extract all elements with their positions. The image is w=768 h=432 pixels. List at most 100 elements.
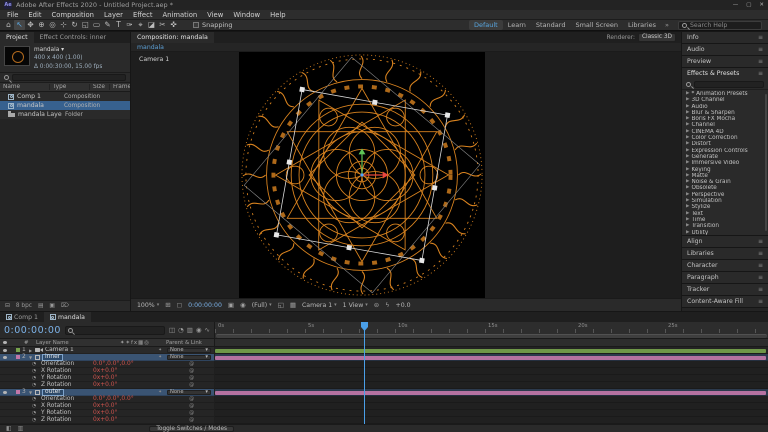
interpret-footage-icon[interactable]: ⊟ [5, 303, 10, 309]
workspace-tab[interactable]: Standard [531, 20, 571, 30]
help-search[interactable]: Search Help [678, 20, 762, 30]
shape-tool[interactable]: ▭ [91, 20, 102, 30]
layer-switches[interactable]: ✦ [158, 355, 163, 360]
label-color-chip[interactable] [16, 348, 20, 352]
pick-whip-icon[interactable]: @ [189, 376, 194, 381]
composition-tab[interactable]: Composition: mandala [131, 32, 214, 43]
parent-link-dropdown[interactable]: None ▾ [167, 389, 211, 395]
transparency-grid-icon[interactable]: ▦ [290, 301, 296, 309]
property-row[interactable]: ◔ Z Rotation 0x+0.0° @ [0, 382, 768, 389]
panel-menu-icon[interactable]: ≡ [758, 70, 763, 77]
menu-item[interactable]: Composition [47, 11, 99, 19]
pen-tool[interactable]: ✎ [102, 20, 113, 30]
timeline-layer-row[interactable]: 2 ▼ inner ✦ None ▾ [0, 353, 768, 361]
help-search-input[interactable]: Search Help [690, 22, 727, 29]
property-value[interactable]: 0.0°,0.0°,0.0° [93, 361, 134, 367]
property-row[interactable]: ◔ Orientation 0.0°,0.0°,0.0° @ [0, 396, 768, 403]
time-ruler[interactable]: 0s 5s 10s 15s 20s 25s [215, 322, 768, 338]
layer-duration-bar[interactable] [215, 348, 766, 353]
selection-tool[interactable]: ↖ [14, 20, 25, 30]
stopwatch-icon[interactable]: ◔ [32, 411, 41, 416]
project-search[interactable] [0, 73, 130, 83]
video-switch-icon[interactable] [3, 390, 7, 394]
layer-duration-bar[interactable] [215, 390, 766, 395]
video-switch-icon[interactable] [3, 348, 7, 352]
layer-name[interactable]: inner [42, 353, 64, 361]
workspace-overflow-button[interactable]: » [661, 21, 673, 29]
pick-whip-icon[interactable]: @ [189, 383, 194, 388]
property-row[interactable]: ◔ Z Rotation 0x+0.0° @ [0, 417, 768, 424]
collapsed-panel-header[interactable]: Paragraph ≡ [682, 272, 768, 283]
label-color-chip[interactable] [16, 355, 20, 359]
layer-duration-bar[interactable] [215, 355, 766, 360]
menu-item[interactable]: Edit [23, 11, 46, 19]
effects-presets-header[interactable]: Effects & Presets ≡ [682, 68, 768, 79]
delete-item-icon[interactable]: ⌦ [61, 303, 69, 309]
motion-blur-icon[interactable]: ◉ [196, 326, 202, 334]
workspace-tab[interactable]: Default [468, 20, 503, 30]
menu-item[interactable]: Animation [158, 11, 203, 19]
resolution-dropdown[interactable]: (Full) ▾ [252, 302, 272, 309]
property-row[interactable]: ◔ Y Rotation 0x+0.0° @ [0, 375, 768, 382]
property-row[interactable]: ◔ Y Rotation 0x+0.0° @ [0, 410, 768, 417]
timeline-tab[interactable]: mandala [43, 312, 91, 322]
twirl-icon[interactable]: ▶ [686, 230, 689, 235]
roto-brush-tool[interactable]: ✂ [157, 20, 168, 30]
panel-menu-icon[interactable]: ≡ [758, 46, 763, 53]
timeline-search[interactable] [64, 325, 165, 335]
panel-tab[interactable]: Effect Controls: inner [34, 32, 112, 43]
layer-track-lane[interactable] [215, 389, 768, 396]
hide-shy-layers-icon[interactable]: ◔ [178, 326, 184, 334]
project-item-row[interactable]: Comp 1 Composition [0, 92, 130, 101]
brush-tool[interactable]: ✑ [124, 20, 135, 30]
timeline-current-time[interactable]: 0:00:00:00 [4, 325, 61, 336]
expand-layer-pane-icon[interactable]: ◧ [6, 425, 12, 432]
pick-whip-icon[interactable]: @ [189, 369, 194, 374]
pick-whip-icon[interactable]: @ [189, 411, 194, 416]
property-value[interactable]: 0x+0.0° [93, 417, 117, 423]
panel-tab[interactable]: Project [0, 32, 34, 43]
property-row[interactable]: ◔ Orientation 0.0°,0.0°,0.0° @ [0, 361, 768, 368]
3d-axis-gizmo[interactable] [358, 148, 389, 179]
new-folder-icon[interactable]: ▤ [38, 303, 43, 309]
panel-menu-icon[interactable]: ≡ [758, 286, 763, 293]
property-value[interactable]: 0x+0.0° [93, 382, 117, 388]
layer-switches[interactable]: ✦ [158, 348, 163, 353]
video-switch-icon[interactable] [3, 355, 7, 359]
layer-switches[interactable]: ✦ [158, 390, 163, 395]
stopwatch-icon[interactable]: ◔ [32, 362, 41, 367]
collapsed-panel-header[interactable]: Content-Aware Fill ≡ [682, 296, 768, 307]
stopwatch-icon[interactable]: ◔ [32, 397, 41, 402]
layer-name[interactable]: outer [42, 388, 64, 396]
parent-link-dropdown[interactable]: None ▾ [167, 347, 211, 353]
grid-guides-icon[interactable]: ⊞ [165, 301, 170, 309]
hand-tool[interactable]: ✥ [25, 20, 36, 30]
collapsed-panel-header[interactable]: Preview ≡ [682, 56, 768, 67]
property-row[interactable]: ◔ X Rotation 0x+0.0° @ [0, 403, 768, 410]
project-search-input[interactable] [12, 74, 126, 81]
puppet-pin-tool[interactable]: ✜ [168, 20, 179, 30]
effects-search[interactable] [682, 79, 768, 90]
property-value[interactable]: 0x+0.0° [93, 410, 117, 416]
stopwatch-icon[interactable]: ◔ [32, 376, 41, 381]
column-header[interactable]: Frame R [110, 84, 130, 90]
collapsed-panel-header[interactable]: Libraries ≡ [682, 248, 768, 259]
eraser-tool[interactable]: ◪ [146, 20, 157, 30]
composition-viewport[interactable]: Camera 1 [131, 52, 681, 298]
panel-menu-icon[interactable]: ≡ [758, 34, 763, 41]
pick-whip-icon[interactable]: @ [189, 404, 194, 409]
column-header[interactable]: Name [0, 84, 50, 90]
collapsed-panel-header[interactable]: Tracker ≡ [682, 284, 768, 295]
magnification-dropdown[interactable]: 100% ▾ [137, 302, 159, 309]
project-item-row[interactable]: mandala Composition [0, 101, 130, 110]
number-column-header[interactable]: # [24, 340, 36, 346]
selected-item-name[interactable]: mandala ▾ [34, 46, 102, 54]
type-tool[interactable]: T [113, 20, 124, 30]
orbit-camera-tool[interactable]: ◎ [47, 20, 58, 30]
breadcrumb[interactable]: mandala [137, 44, 164, 51]
effects-search-input[interactable] [694, 80, 764, 88]
menu-item[interactable]: Layer [99, 11, 128, 19]
workspace-tab[interactable]: Learn [503, 20, 531, 30]
property-value[interactable]: 0.0°,0.0°,0.0° [93, 396, 134, 402]
pixel-aspect-icon[interactable]: ⊜ [374, 301, 379, 309]
